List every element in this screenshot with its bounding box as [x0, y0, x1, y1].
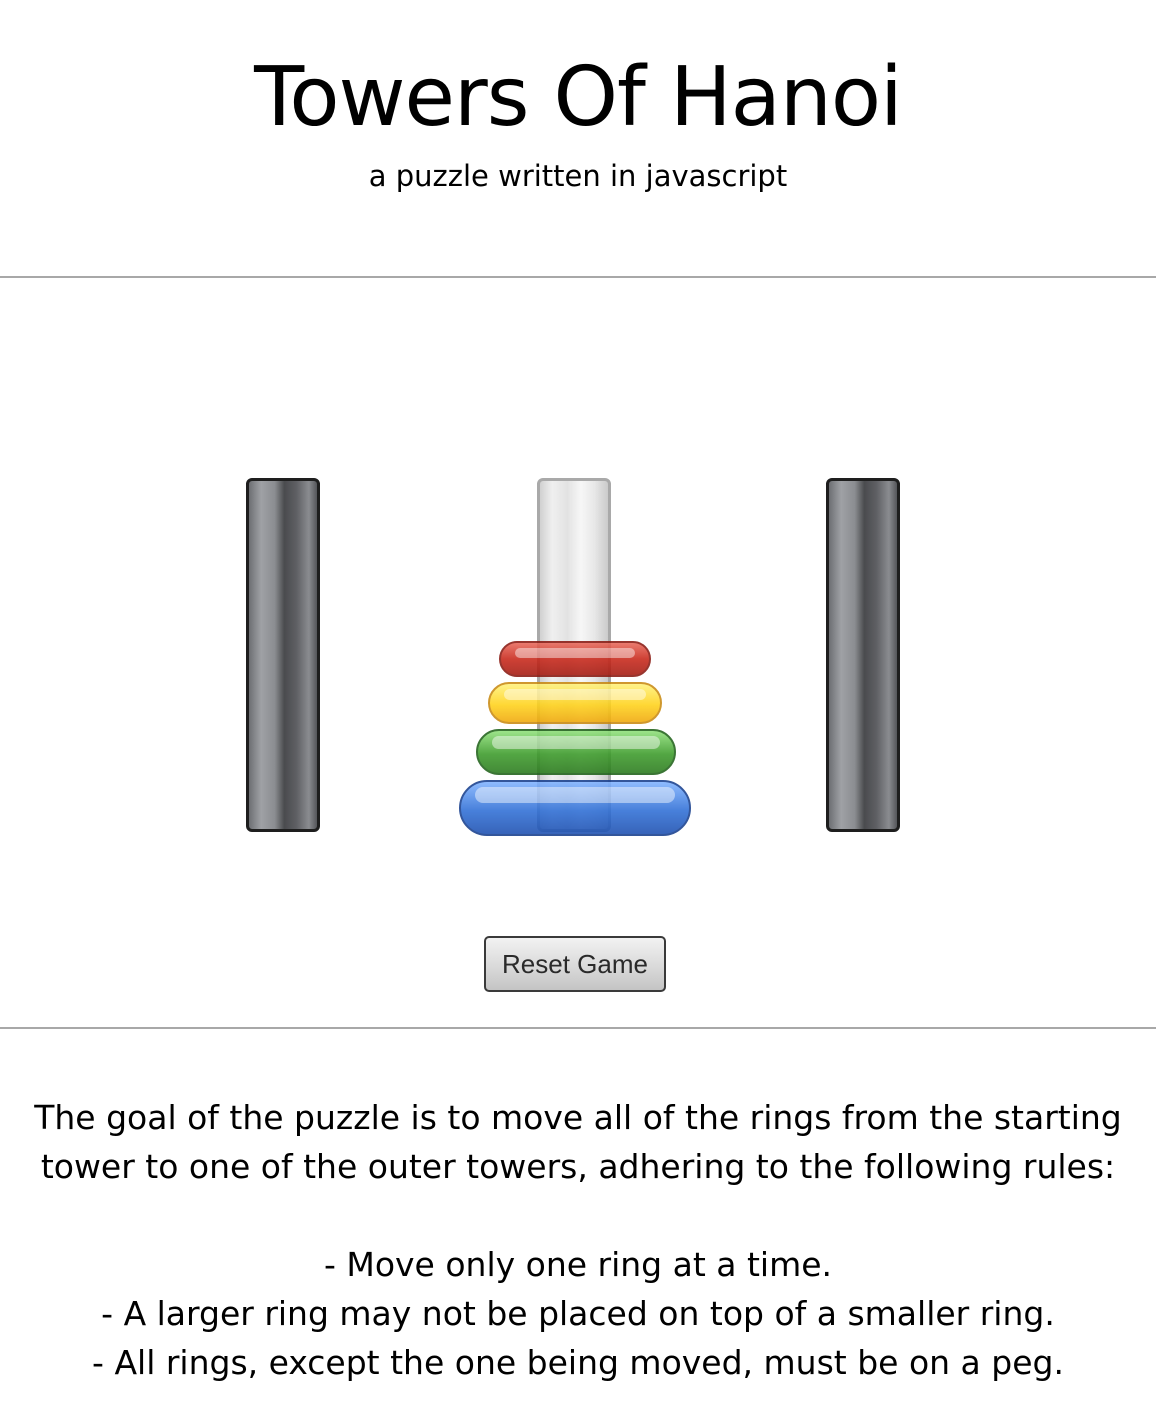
ring-shine — [504, 689, 646, 701]
rule-item: - All rings, except the one being moved,… — [92, 1343, 1064, 1382]
ring-green[interactable] — [476, 729, 676, 775]
game-board: Reset Game — [0, 278, 1156, 1026]
instructions: The goal of the puzzle is to move all of… — [0, 1093, 1156, 1387]
page-subtitle: a puzzle written in javascript — [368, 159, 788, 193]
reset-game-button[interactable]: Reset Game — [484, 936, 666, 992]
instructions-intro-line2: tower to one of the outer towers, adheri… — [40, 1147, 1116, 1186]
ring-red[interactable] — [499, 641, 651, 677]
ring-yellow[interactable] — [488, 682, 662, 724]
ring-shine — [475, 787, 675, 803]
rule-item: - Move only one ring at a time. — [323, 1245, 833, 1284]
page-title: Towers Of Hanoi — [254, 50, 903, 145]
bottom-divider — [0, 1027, 1156, 1029]
peg-right[interactable] — [826, 478, 900, 832]
ring-blue[interactable] — [459, 780, 691, 836]
peg-left[interactable] — [246, 478, 320, 832]
ring-shine — [515, 648, 635, 658]
ring-shine — [492, 736, 660, 749]
instructions-intro-line1: The goal of the puzzle is to move all of… — [34, 1098, 1122, 1137]
rule-item: - A larger ring may not be placed on top… — [101, 1294, 1055, 1333]
